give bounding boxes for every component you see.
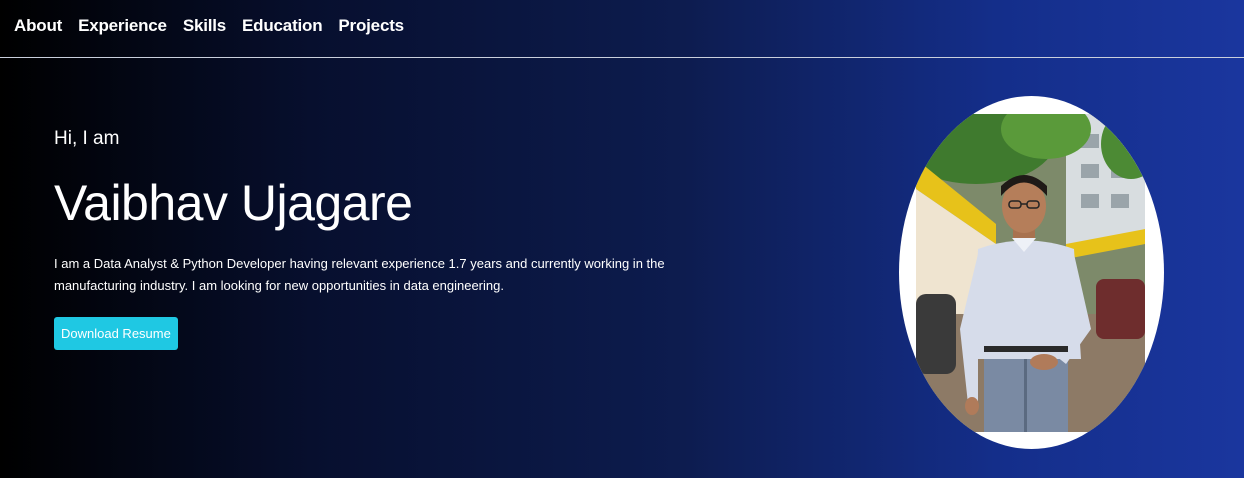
download-resume-button[interactable]: Download Resume: [54, 317, 178, 350]
nav-item-skills: Skills: [183, 16, 226, 36]
profile-name: Vaibhav Ujagare: [54, 175, 413, 231]
nav-link-experience[interactable]: Experience: [78, 16, 167, 35]
nav-link-education[interactable]: Education: [242, 16, 323, 35]
nav-link-about[interactable]: About: [14, 16, 62, 35]
profile-photo-frame: [899, 96, 1164, 449]
hero-section: Hi, I am Vaibhav Ujagare I am a Data Ana…: [54, 128, 694, 350]
nav-link-skills[interactable]: Skills: [183, 16, 226, 35]
nav-link-projects[interactable]: Projects: [338, 16, 404, 35]
nav-item-about: About: [14, 16, 62, 36]
greeting-text: Hi, I am: [54, 128, 120, 149]
profile-photo: [916, 114, 1145, 432]
nav-item-education: Education: [242, 16, 323, 36]
nav-list: About Experience Skills Education Projec…: [14, 16, 404, 36]
nav-item-projects: Projects: [338, 16, 404, 36]
top-navbar: About Experience Skills Education Projec…: [0, 0, 1244, 58]
bio-text: I am a Data Analyst & Python Developer h…: [54, 256, 665, 293]
nav-item-experience: Experience: [78, 16, 167, 36]
